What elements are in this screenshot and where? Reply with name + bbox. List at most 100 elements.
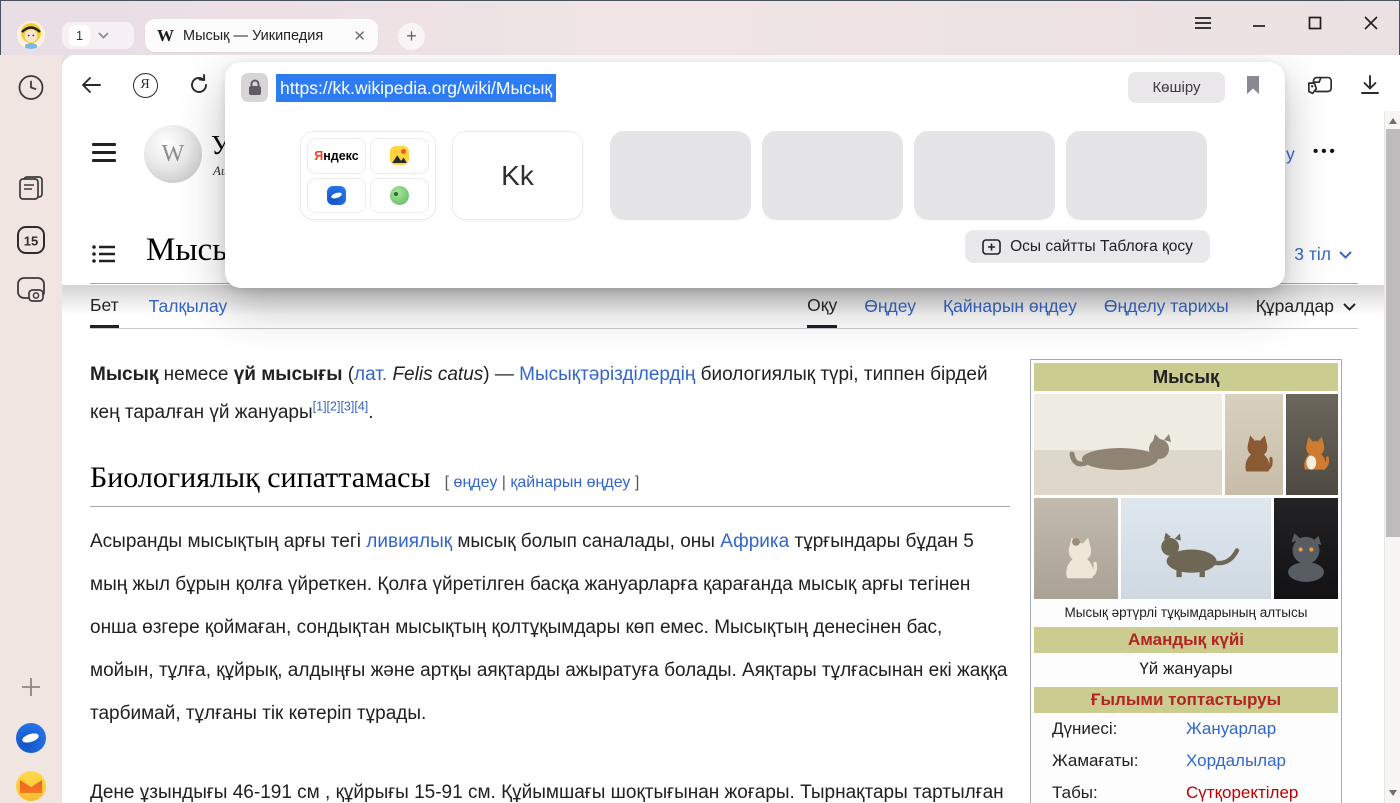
cat-photo-orange-white[interactable] bbox=[1286, 394, 1338, 495]
minimize-icon[interactable] bbox=[1248, 12, 1270, 34]
tab-page[interactable]: Бет bbox=[90, 285, 119, 328]
language-button[interactable]: 3 тіл bbox=[1294, 244, 1352, 265]
chevron-down-icon bbox=[1343, 303, 1356, 311]
body-paragraph: Асыранды мысықтың арғы тегі ливиялық мыс… bbox=[90, 520, 1010, 735]
collections-icon[interactable] bbox=[1307, 72, 1333, 98]
avatar-girl-icon bbox=[17, 21, 45, 49]
wiki-header-partial-link[interactable]: у bbox=[1286, 144, 1295, 165]
close-icon[interactable] bbox=[1360, 12, 1382, 34]
tile-empty[interactable] bbox=[610, 131, 751, 220]
tile-empty[interactable] bbox=[914, 131, 1055, 220]
wiki-page-tabs: Бет Талқылау Оқу Өңдеу Қайнарын өңдеу Өң… bbox=[90, 285, 1358, 329]
tile-empty[interactable] bbox=[1066, 131, 1207, 220]
infobox-caption: Мысық әртүрлі тұқымдарының алтысы bbox=[1034, 599, 1338, 625]
titlebar: 1 W Мысық — Уикипедия ✕ + bbox=[0, 0, 1400, 55]
page-scrollbar[interactable] bbox=[1384, 111, 1400, 803]
download-icon[interactable] bbox=[1357, 72, 1383, 98]
browser-main-area: Я W Уикипедия Ашық энциклопедия у ••• bbox=[62, 55, 1400, 803]
yandex-mail-icon[interactable] bbox=[16, 771, 46, 801]
chevron-down-icon bbox=[98, 32, 109, 39]
cat-photo-tabby-snow[interactable] bbox=[1121, 498, 1271, 599]
feed-icon[interactable] bbox=[17, 175, 45, 201]
taxonomy-red-link[interactable]: Сүтқоректілер bbox=[1186, 783, 1298, 803]
tab-edit[interactable]: Өңдеу bbox=[864, 285, 916, 328]
tab-tools[interactable]: Құралдар bbox=[1256, 285, 1356, 328]
scrollbar-up-arrow-icon[interactable] bbox=[1389, 118, 1397, 124]
tile-yandex-group[interactable]: Яндекс bbox=[300, 131, 436, 220]
copy-url-button[interactable]: Көшіру bbox=[1128, 72, 1225, 103]
calendar-date: 15 bbox=[24, 234, 38, 249]
yandex-browser-logo[interactable] bbox=[16, 723, 46, 753]
history-icon[interactable] bbox=[18, 74, 45, 101]
taxonomy-label: Жамағаты: bbox=[1052, 751, 1186, 771]
cat-photo-abyssinian[interactable] bbox=[1225, 394, 1283, 495]
tab-close-icon[interactable]: ✕ bbox=[353, 27, 366, 45]
window-controls bbox=[1192, 12, 1382, 34]
taxonomy-link[interactable]: Хордалылар bbox=[1186, 751, 1286, 771]
add-panel-icon[interactable] bbox=[19, 675, 43, 699]
calendar-icon[interactable]: 15 bbox=[16, 225, 46, 255]
infobox-status-header: Амандық күйі bbox=[1034, 627, 1338, 653]
new-tab-button[interactable]: + bbox=[398, 23, 425, 50]
article-content: Мысық немесе үй мысығы (лат. Felis catus… bbox=[90, 356, 1010, 803]
section-heading: Биологиялық сипаттамасы[ өңдеу | қайнары… bbox=[90, 461, 1010, 507]
cat-photo-gray[interactable] bbox=[1274, 498, 1338, 599]
edit-link[interactable]: өңдеу bbox=[454, 474, 498, 491]
tab-title: Мысық — Уикипедия bbox=[183, 28, 344, 44]
lead-paragraph: Мысық немесе үй мысығы (лат. Felis catus… bbox=[90, 356, 1010, 432]
url-input[interactable]: https://kk.wikipedia.org/wiki/Мысық bbox=[276, 74, 556, 102]
wikipedia-logo[interactable]: W bbox=[144, 125, 202, 183]
taxonomy-label: Дүниесі: bbox=[1052, 719, 1186, 739]
bookmark-icon[interactable] bbox=[1245, 75, 1261, 95]
yellow-app-icon bbox=[390, 146, 409, 165]
wiki-menu-icon[interactable] bbox=[92, 143, 116, 162]
toc-icon[interactable] bbox=[92, 244, 116, 264]
game-mini-tile[interactable] bbox=[370, 178, 429, 214]
chevron-down-icon bbox=[1339, 251, 1352, 259]
language-button-label: 3 тіл bbox=[1294, 244, 1331, 265]
infobox-title: Мысық bbox=[1034, 363, 1338, 391]
reload-icon[interactable] bbox=[186, 72, 212, 98]
infobox-status-value: Үй жануары bbox=[1034, 653, 1338, 685]
taxonomy-label: Табы: bbox=[1052, 783, 1186, 803]
tab-read[interactable]: Оқу bbox=[807, 285, 837, 328]
tab-tools-label: Құралдар bbox=[1256, 296, 1334, 317]
section-edit-links: [ өңдеу | қайнарын өңдеу ] bbox=[445, 474, 640, 491]
browser-tab-active[interactable]: W Мысық — Уикипедия ✕ bbox=[145, 19, 378, 52]
bracket: [ bbox=[445, 474, 454, 491]
tab-group-pill[interactable]: 1 bbox=[62, 22, 134, 49]
taxonomy-row: Жамағаты: Хордалылар bbox=[1034, 745, 1338, 777]
infobox-taxonomy-header: Ғылыми топтастыруы bbox=[1034, 687, 1338, 713]
maximize-icon[interactable] bbox=[1304, 12, 1326, 34]
lock-icon[interactable] bbox=[241, 73, 268, 102]
omnibox-dropdown-panel: https://kk.wikipedia.org/wiki/Мысық Көші… bbox=[225, 62, 1285, 288]
tab-talk[interactable]: Талқылау bbox=[149, 285, 228, 328]
tab-history[interactable]: Өңделу тарихы bbox=[1104, 285, 1229, 328]
scrollbar-down-arrow-icon[interactable] bbox=[1389, 790, 1397, 796]
browser-window: 1 W Мысық — Уикипедия ✕ + bbox=[0, 0, 1400, 803]
images-mini-tile[interactable] bbox=[370, 138, 429, 174]
tile-kk-wikipedia[interactable]: Kk bbox=[452, 131, 583, 220]
edit-source-link[interactable]: қайнарын өңдеу bbox=[510, 474, 630, 491]
browser-sidebar: 15 • • • bbox=[0, 55, 62, 803]
scrollbar-thumb[interactable] bbox=[1386, 129, 1400, 537]
back-icon[interactable] bbox=[78, 72, 104, 98]
wiki-header-more-icon[interactable]: ••• bbox=[1313, 143, 1338, 160]
blue-app-icon bbox=[327, 186, 346, 205]
yandex-search-icon[interactable]: Я bbox=[132, 72, 158, 98]
cat-photo-tabby-lying[interactable] bbox=[1034, 394, 1222, 495]
tile-empty[interactable] bbox=[762, 131, 903, 220]
profile-avatar[interactable] bbox=[17, 21, 45, 49]
infobox: Мысық bbox=[1030, 359, 1342, 803]
yandex-mini-tile[interactable]: Яндекс bbox=[307, 138, 366, 174]
wikipedia-favicon: W bbox=[157, 26, 174, 46]
taxonomy-link[interactable]: Жануарлар bbox=[1186, 719, 1276, 739]
screenshot-icon[interactable] bbox=[16, 276, 46, 304]
browser-menu-icon[interactable] bbox=[1192, 12, 1214, 34]
browser-mini-tile[interactable] bbox=[307, 178, 366, 214]
tab-group-count: 1 bbox=[69, 25, 90, 46]
add-to-tablo-button[interactable]: Осы сайтты Таблоға қосу bbox=[965, 230, 1210, 263]
bracket: ] bbox=[630, 474, 639, 491]
cat-photo-siamese[interactable] bbox=[1034, 498, 1118, 599]
tab-edit-source[interactable]: Қайнарын өңдеу bbox=[943, 285, 1077, 328]
